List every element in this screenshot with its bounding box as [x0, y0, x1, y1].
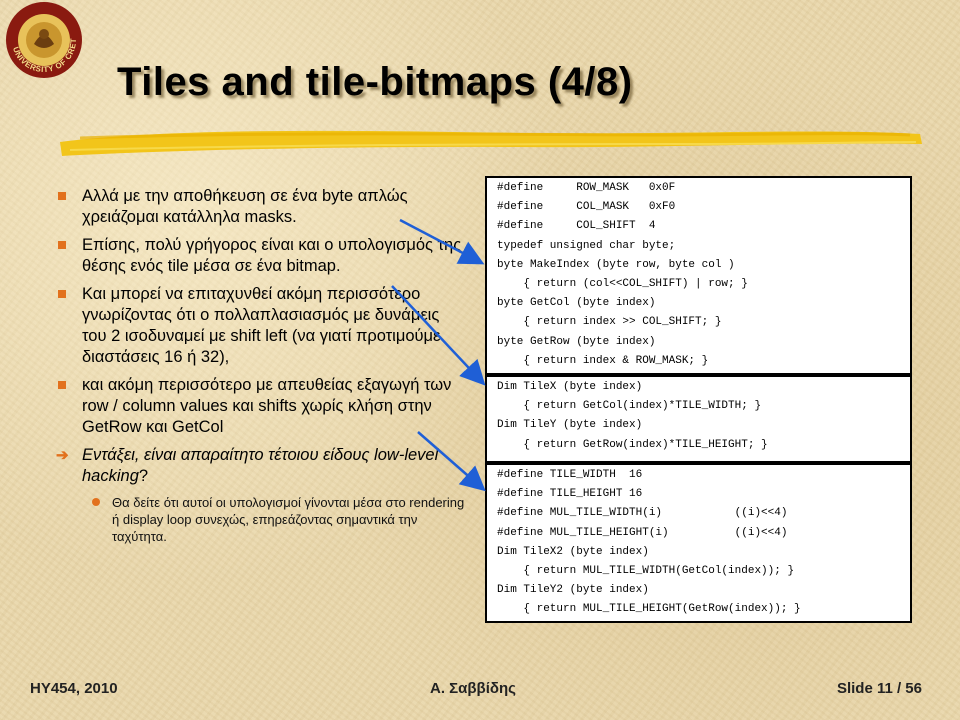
- sub-bullet-item: Θα δείτε ότι αυτοί οι υπολογισμοί γίνοντ…: [82, 494, 468, 545]
- bullet-item: και ακόμη περισσότερο με απευθείας εξαγω…: [58, 375, 468, 438]
- bullet-item-question: ➔ Εντάξει, είναι απαραίτητο τέτοιου είδο…: [56, 445, 468, 487]
- bullet-text-suffix: ?: [138, 467, 149, 485]
- sub-bullet-text: Θα δείτε ότι αυτοί οι υπολογισμοί γίνοντ…: [112, 495, 465, 544]
- code-block-tile-position: Dim TileX (byte index) { return GetCol(i…: [485, 375, 912, 463]
- bullet-text: και ακόμη περισσότερο με απευθείας εξαγω…: [82, 376, 452, 436]
- code-line: typedef unsigned char byte;: [497, 239, 676, 252]
- square-bullet-icon: [58, 381, 66, 389]
- slide-title: Tiles and tile-bitmaps (4/8): [117, 60, 633, 104]
- code-line: #define COL_SHIFT 4: [497, 220, 656, 233]
- code-line: Dim TileY (byte index): [497, 419, 643, 432]
- bullet-text-italic: Εντάξει, είναι απαραίτητο τέτοιου είδους…: [82, 446, 439, 485]
- code-line: { return index >> COL_SHIFT; }: [497, 316, 722, 329]
- arrow-bullet-icon: ➔: [56, 447, 69, 464]
- square-bullet-icon: [58, 192, 66, 200]
- footer-course: HY454, 2010: [30, 680, 118, 697]
- round-bullet-icon: [92, 498, 100, 506]
- code-line: { return GetCol(index)*TILE_WIDTH; }: [497, 400, 762, 413]
- code-block-masks: #define ROW_MASK 0x0F #define COL_MASK 0…: [485, 176, 912, 375]
- code-line: byte GetCol (byte index): [497, 297, 656, 310]
- code-line: { return MUL_TILE_HEIGHT(GetRow(index));…: [497, 603, 801, 616]
- code-line: #define COL_MASK 0xF0: [497, 201, 676, 214]
- square-bullet-icon: [58, 241, 66, 249]
- bullet-text: Και μπορεί να επιταχυνθεί ακόμη περισσότ…: [82, 285, 441, 366]
- code-line: byte GetRow (byte index): [497, 335, 656, 348]
- bullet-list: Αλλά με την αποθήκευση σε ένα byte απλώς…: [56, 186, 468, 545]
- bullet-item: Επίσης, πολύ γρήγορος είναι και ο υπολογ…: [58, 235, 468, 277]
- footer-slide-number: Slide 11 / 56: [836, 680, 922, 697]
- code-line: #define TILE_HEIGHT 16: [497, 488, 643, 501]
- code-block-shift-macros: #define TILE_WIDTH 16 #define TILE_HEIGH…: [485, 463, 912, 623]
- code-line: Dim TileX (byte index): [497, 381, 643, 393]
- code-line: #define MUL_TILE_HEIGHT(i) ((i)<<4): [497, 526, 788, 539]
- code-line: #define TILE_WIDTH 16: [497, 469, 643, 481]
- title-underline-brushstroke: [60, 130, 922, 156]
- bullet-text: Επίσης, πολύ γρήγορος είναι και ο υπολογ…: [82, 236, 462, 275]
- code-line: #define ROW_MASK 0x0F: [497, 182, 676, 194]
- code-line: { return (col<<COL_SHIFT) | row; }: [497, 278, 748, 291]
- code-line: Dim TileY2 (byte index): [497, 584, 649, 597]
- bullet-text: Αλλά με την αποθήκευση σε ένα byte απλώς…: [82, 187, 408, 226]
- code-line: { return index & ROW_MASK; }: [497, 354, 709, 367]
- footer-author: Α. Σαββίδης: [430, 680, 516, 697]
- square-bullet-icon: [58, 290, 66, 298]
- university-logo: UNIVERSITY OF CRETE: [0, 0, 82, 78]
- code-line: { return GetRow(index)*TILE_HEIGHT; }: [497, 438, 768, 451]
- code-line: Dim TileX2 (byte index): [497, 545, 649, 558]
- code-line: byte MakeIndex (byte row, byte col ): [497, 258, 735, 271]
- bullet-item: Και μπορεί να επιταχυνθεί ακόμη περισσότ…: [58, 284, 468, 368]
- code-line: #define MUL_TILE_WIDTH(i) ((i)<<4): [497, 507, 788, 520]
- bullet-item: Αλλά με την αποθήκευση σε ένα byte απλώς…: [58, 186, 468, 228]
- code-line: { return MUL_TILE_WIDTH(GetCol(index)); …: [497, 565, 795, 578]
